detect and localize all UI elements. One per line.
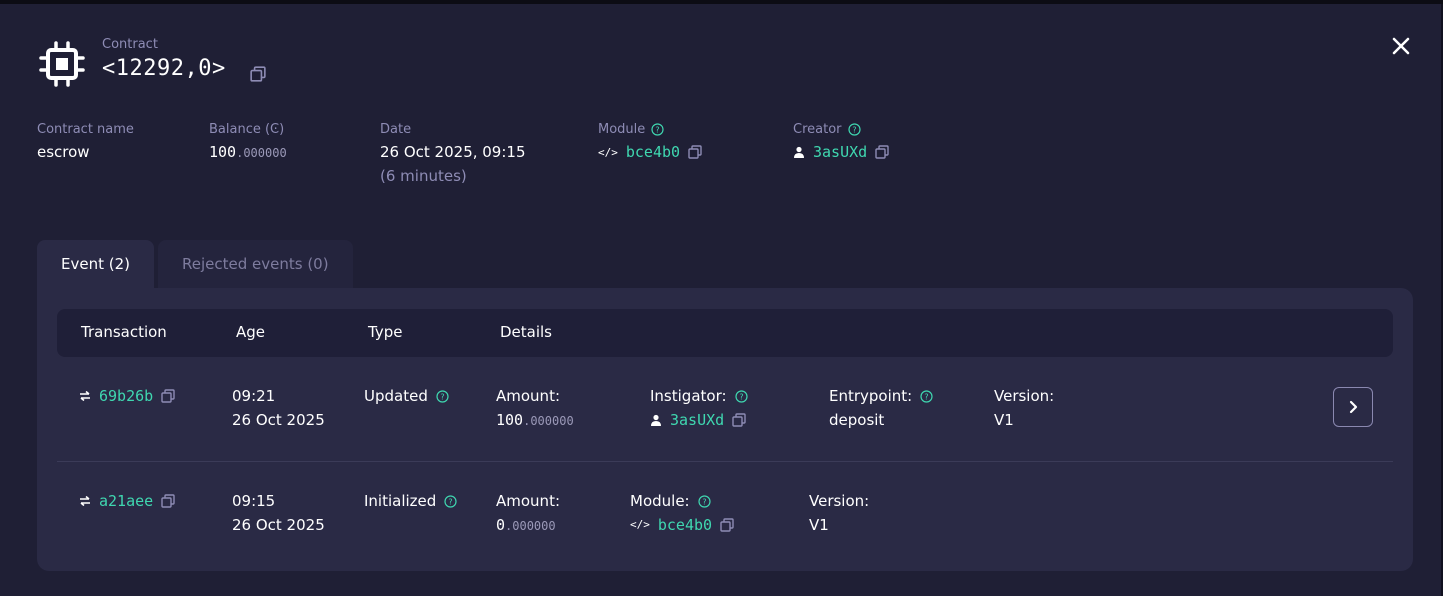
- module-link[interactable]: bce4b0: [626, 143, 680, 161]
- entrypoint-value: deposit: [829, 411, 885, 429]
- copy-icon[interactable]: [875, 145, 889, 159]
- chevron-right-icon: [1349, 400, 1358, 414]
- svg-text:?: ?: [440, 392, 444, 401]
- user-icon: [794, 146, 804, 158]
- user-icon: [651, 414, 661, 426]
- balance-int: 100: [209, 143, 237, 161]
- version-label: Version:: [994, 387, 1055, 405]
- copy-icon[interactable]: [161, 494, 175, 508]
- help-icon[interactable]: ?: [698, 494, 711, 508]
- amount-dec: .000000: [523, 414, 574, 428]
- version-value: V1: [994, 411, 1014, 429]
- instigator-link[interactable]: 3asUXd: [670, 408, 724, 432]
- help-icon[interactable]: ?: [734, 389, 748, 403]
- meta-contract-name: Contract name escrow: [37, 122, 134, 161]
- chip-icon: [39, 41, 85, 87]
- svg-text:?: ?: [702, 497, 706, 506]
- version-value: V1: [809, 516, 829, 534]
- svg-text:?: ?: [656, 126, 660, 135]
- event-type: Updated: [364, 387, 428, 405]
- contract-name-label: Contract name: [37, 122, 134, 137]
- contract-name-value: escrow: [37, 143, 90, 161]
- copy-icon[interactable]: [688, 145, 702, 159]
- event-type: Initialized: [364, 492, 437, 510]
- svg-text:?: ?: [449, 497, 453, 506]
- transfer-icon: [80, 391, 90, 401]
- tab-events[interactable]: Event (2): [37, 240, 154, 288]
- amount-label: Amount:: [496, 387, 560, 405]
- copy-icon[interactable]: [250, 66, 266, 82]
- contract-label: Contract: [102, 37, 158, 52]
- meta-date: Date 26 Oct 2025, 09:15 (6 minutes): [380, 122, 526, 185]
- table-row: a21aee 09:15 26 Oct 2025 Initialized ? A…: [57, 474, 1393, 554]
- balance-label: Balance (Ͼ): [209, 122, 285, 137]
- creator-link[interactable]: 3asUXd: [813, 143, 867, 161]
- tab-rejected-events[interactable]: Rejected events (0): [158, 240, 353, 288]
- help-icon[interactable]: ?: [436, 389, 449, 403]
- svg-text:?: ?: [739, 392, 743, 401]
- events-panel: Transaction Age Type Details 69b26b 09:2…: [37, 288, 1413, 571]
- col-details: Details: [500, 323, 553, 341]
- amount-label: Amount:: [496, 492, 560, 510]
- col-type: Type: [368, 323, 403, 341]
- balance-value: 100.000000: [209, 143, 287, 161]
- module-link[interactable]: bce4b0: [658, 513, 712, 537]
- svg-text:?: ?: [925, 392, 929, 401]
- tab-bar: Event (2) Rejected events (0): [37, 240, 353, 288]
- creator-label: Creator: [793, 122, 842, 137]
- instigator-label: Instigator:: [650, 387, 727, 405]
- table-header: Transaction Age Type Details: [57, 309, 1393, 357]
- module-label: Module:: [630, 492, 690, 510]
- contract-modal: Contract <12292,0> Contract name escrow …: [0, 4, 1443, 596]
- balance-dec: .000000: [236, 146, 287, 160]
- date-relative: (6 minutes): [380, 167, 467, 185]
- age-time: 09:21: [232, 387, 276, 405]
- close-icon[interactable]: [1389, 34, 1413, 58]
- copy-icon[interactable]: [732, 413, 746, 427]
- meta-creator: Creator ? 3asUXd: [793, 122, 889, 161]
- version-label: Version:: [809, 492, 870, 510]
- date-value: 26 Oct 2025, 09:15: [380, 143, 526, 161]
- age-time: 09:15: [232, 492, 276, 510]
- meta-balance: Balance (Ͼ) 100.000000: [209, 122, 287, 161]
- amount-int: 100: [496, 411, 524, 429]
- copy-icon[interactable]: [720, 518, 734, 532]
- col-transaction: Transaction: [81, 323, 167, 341]
- col-age: Age: [236, 323, 266, 341]
- amount-int: 0: [496, 516, 506, 534]
- help-icon[interactable]: ?: [651, 123, 664, 136]
- age-date: 26 Oct 2025: [232, 516, 325, 534]
- date-label: Date: [380, 122, 412, 137]
- row-details-button[interactable]: [1333, 387, 1373, 427]
- help-icon[interactable]: ?: [444, 494, 457, 508]
- module-label: Module: [598, 122, 646, 137]
- svg-text:?: ?: [852, 126, 856, 135]
- entrypoint-label: Entrypoint:: [829, 387, 913, 405]
- age-date: 26 Oct 2025: [232, 411, 325, 429]
- help-icon[interactable]: ?: [920, 389, 933, 403]
- help-icon[interactable]: ?: [847, 123, 861, 136]
- transaction-link[interactable]: a21aee: [99, 489, 153, 513]
- code-icon: </>: [598, 145, 618, 159]
- transaction-link[interactable]: 69b26b: [99, 384, 153, 408]
- meta-module: Module ? </> bce4b0: [598, 122, 702, 161]
- code-icon: </>: [630, 518, 650, 531]
- transfer-icon: [80, 496, 90, 506]
- table-row: 69b26b 09:21 26 Oct 2025 Updated ? Amoun…: [57, 368, 1393, 462]
- contract-address: <12292,0>: [102, 56, 226, 81]
- copy-icon[interactable]: [161, 389, 175, 403]
- amount-dec: .000000: [505, 519, 556, 533]
